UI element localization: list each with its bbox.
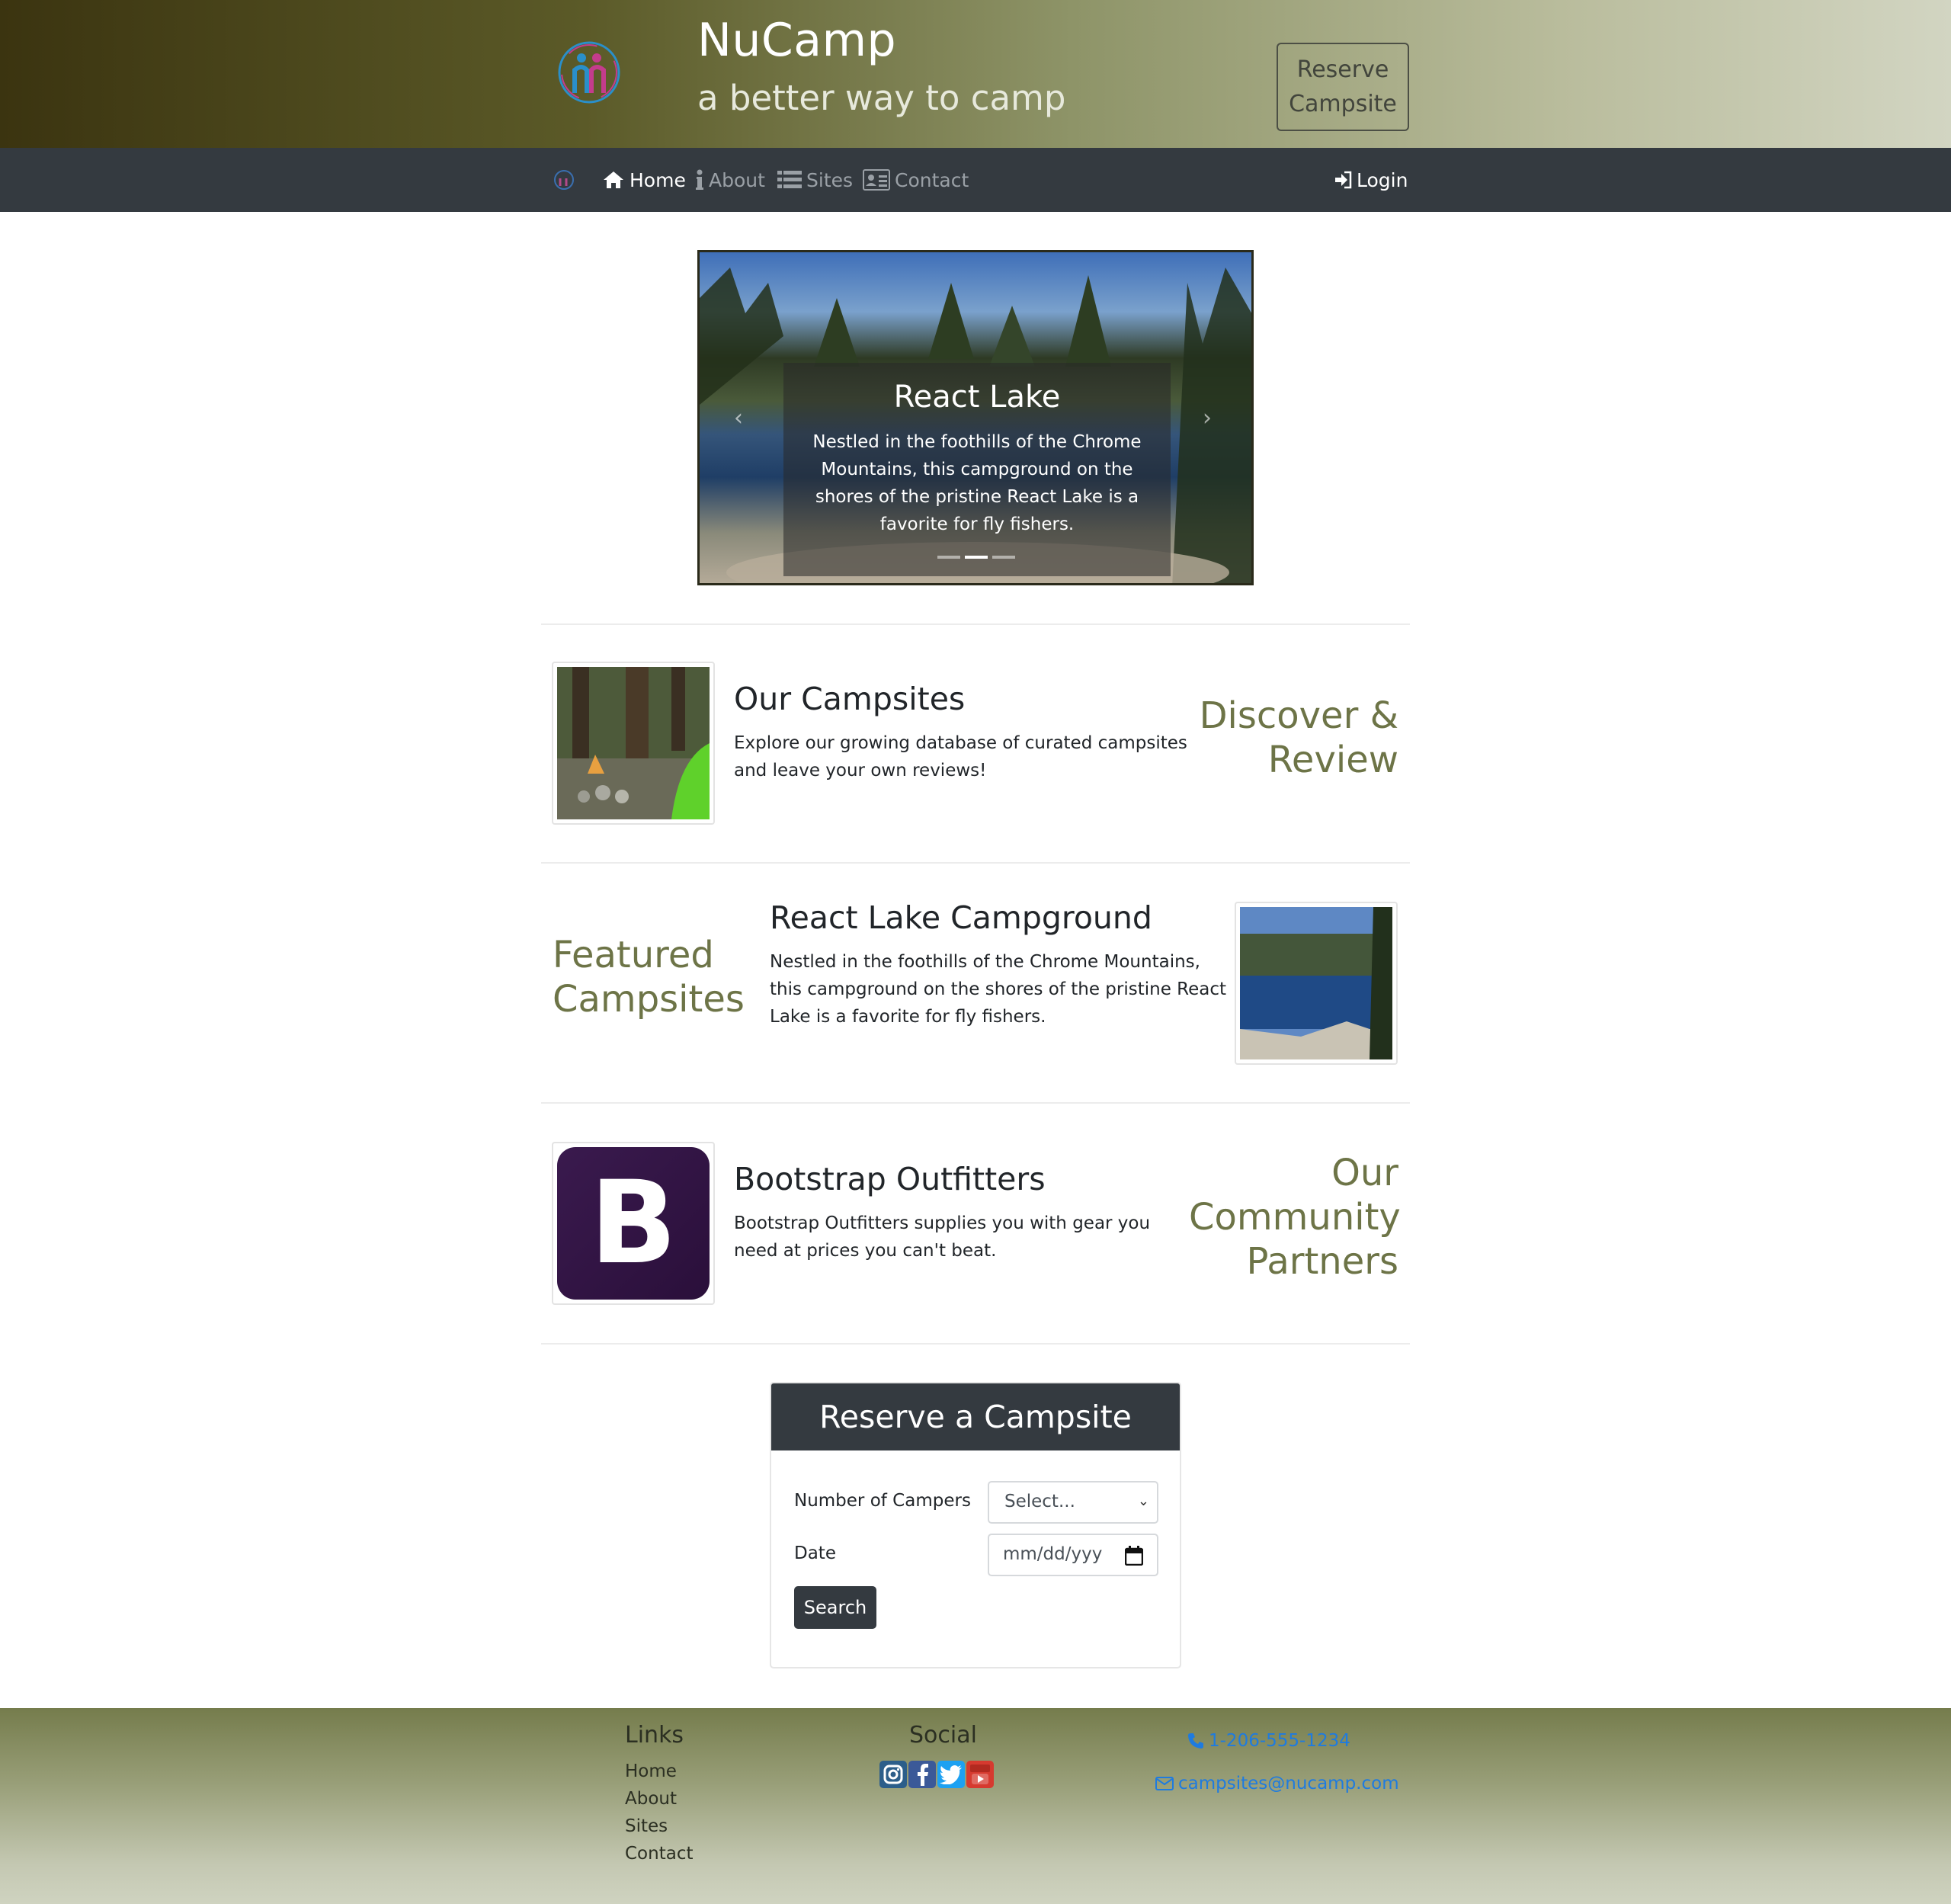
featured-campsites-heading: Featured Campsites xyxy=(553,934,745,1021)
facebook-icon[interactable] xyxy=(908,1761,936,1788)
discover-review-heading: Discover & Review xyxy=(1199,694,1398,781)
footer-link-about[interactable]: About xyxy=(625,1789,677,1809)
footer-phone: 1-206-555-1234 xyxy=(1209,1731,1350,1751)
social-links xyxy=(879,1761,994,1788)
carousel-prev-icon[interactable]: ‹ xyxy=(734,405,743,431)
nav-item-about[interactable]: About xyxy=(695,163,765,197)
community-partners-heading: Our Community Partners xyxy=(1189,1152,1401,1283)
carousel-indicator[interactable] xyxy=(965,556,988,559)
nav-logo-icon[interactable] xyxy=(553,169,575,191)
date-input[interactable]: mm/dd/yyy xyxy=(988,1534,1158,1576)
nav-item-label: Contact xyxy=(895,168,969,191)
brand-title: NuCamp xyxy=(697,14,897,67)
bootstrap-logo-icon: B xyxy=(557,1147,710,1300)
nucamp-logo-icon xyxy=(558,41,620,104)
search-button[interactable]: Search xyxy=(794,1586,876,1629)
footer-links-heading: Links xyxy=(625,1722,684,1749)
date-placeholder: mm/dd/yyy xyxy=(1003,1544,1103,1564)
carousel-indicator[interactable] xyxy=(992,556,1015,559)
section-divider xyxy=(541,1343,1410,1345)
nav-item-sites[interactable]: Sites xyxy=(777,163,853,197)
site-header: NuCamp a better way to camp Reserve Camp… xyxy=(0,0,1951,148)
section-divider xyxy=(541,862,1410,864)
footer-social-heading: Social xyxy=(909,1722,977,1749)
date-label: Date xyxy=(794,1543,836,1563)
campsites-thumbnail xyxy=(552,662,715,825)
reserve-card: Reserve a Campsite Number of Campers Sel… xyxy=(770,1382,1181,1668)
instagram-icon[interactable] xyxy=(879,1761,907,1788)
carousel-text: Nestled in the foothills of the Chrome M… xyxy=(812,432,1142,534)
envelope-icon xyxy=(1155,1777,1174,1790)
reserve-card-title: Reserve a Campsite xyxy=(771,1383,1180,1450)
carousel-title: React Lake xyxy=(893,380,1061,415)
partner-title: Bootstrap Outfitters xyxy=(734,1161,1046,1197)
carousel-indicator[interactable] xyxy=(937,556,960,559)
partner-text: Bootstrap Outfitters supplies you with g… xyxy=(734,1213,1151,1261)
campers-select-value: Select... xyxy=(1004,1492,1075,1511)
campsites-text: Explore our growing database of curated … xyxy=(734,733,1187,781)
featured-carousel[interactable]: ‹ › React Lake Nestled in the foothills … xyxy=(697,250,1254,585)
campers-label: Number of Campers xyxy=(794,1491,971,1511)
footer-phone-link[interactable]: 1-206-555-1234 xyxy=(1187,1731,1350,1751)
navbar: Home About Sites Contact Login xyxy=(0,148,1951,212)
home-icon xyxy=(604,171,623,188)
nav-item-home[interactable]: Home xyxy=(602,163,686,197)
sign-in-icon xyxy=(1335,171,1352,189)
featured-text: Nestled in the foothills of the Chrome M… xyxy=(770,952,1227,1027)
nav-item-label: Home xyxy=(630,168,686,191)
address-card-icon xyxy=(863,169,890,191)
carousel-indicators xyxy=(937,556,1015,559)
reserve-campsite-button[interactable]: Reserve Campsite xyxy=(1277,43,1409,131)
info-icon xyxy=(696,169,703,190)
campfire-image xyxy=(557,667,710,819)
login-label: Login xyxy=(1357,168,1408,191)
section-divider xyxy=(541,623,1410,625)
phone-icon xyxy=(1188,1733,1203,1749)
nav-item-label: Sites xyxy=(806,168,854,191)
footer-email: campsites@nucamp.com xyxy=(1178,1774,1399,1793)
twitter-icon[interactable] xyxy=(937,1761,965,1788)
footer-link-home[interactable]: Home xyxy=(625,1761,677,1781)
carousel-next-icon[interactable]: › xyxy=(1203,405,1212,431)
lake-image xyxy=(1240,907,1392,1059)
nav-item-contact[interactable]: Contact xyxy=(863,163,969,197)
footer-email-link[interactable]: campsites@nucamp.com xyxy=(1155,1774,1399,1793)
chevron-down-icon: ⌄ xyxy=(1137,1493,1149,1509)
footer-link-contact[interactable]: Contact xyxy=(625,1844,693,1864)
nav-item-label: About xyxy=(709,168,765,191)
campsites-title: Our Campsites xyxy=(734,681,966,717)
carousel-caption: React Lake Nestled in the foothills of t… xyxy=(783,363,1171,576)
footer-link-sites[interactable]: Sites xyxy=(625,1816,668,1836)
featured-thumbnail xyxy=(1235,902,1398,1065)
campers-select[interactable]: Select... ⌄ xyxy=(988,1481,1158,1524)
calendar-icon[interactable] xyxy=(1125,1546,1143,1566)
featured-title: React Lake Campground xyxy=(770,899,1152,936)
bootstrap-logo-letter: B xyxy=(589,1157,678,1290)
brand-subtitle: a better way to camp xyxy=(697,78,1066,118)
login-button[interactable]: Login xyxy=(1334,163,1408,197)
partner-thumbnail: B xyxy=(552,1142,715,1305)
list-icon xyxy=(777,171,802,188)
youtube-icon[interactable] xyxy=(966,1761,994,1788)
section-divider xyxy=(541,1102,1410,1104)
